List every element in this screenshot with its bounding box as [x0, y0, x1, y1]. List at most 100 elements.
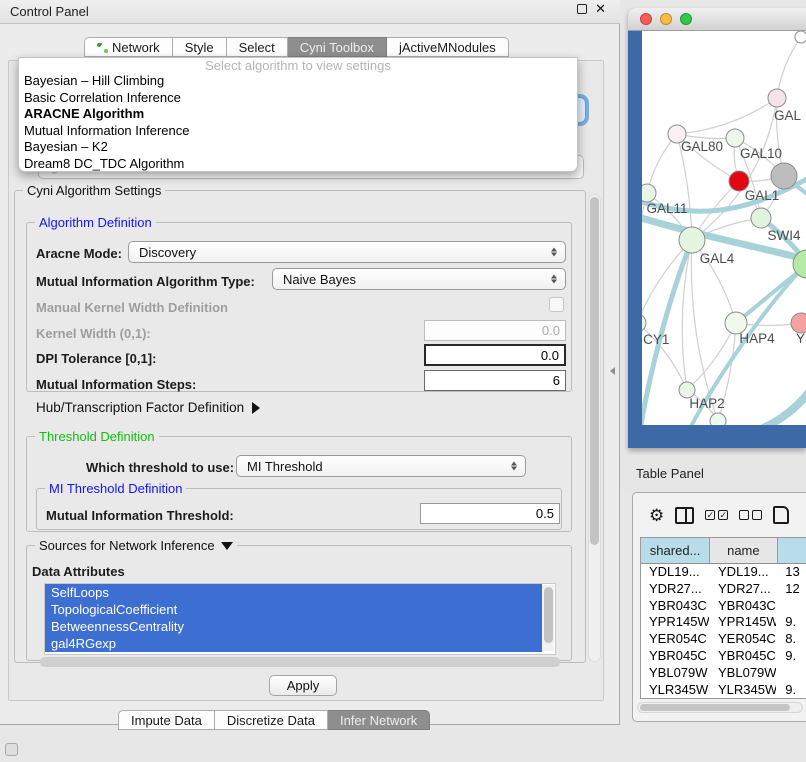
new-table-icon[interactable] [773, 506, 789, 524]
table-cell: 9 [777, 698, 806, 699]
table-row[interactable]: YBL079WYBL079W [641, 665, 806, 682]
columns-icon[interactable] [675, 507, 694, 524]
hub-definition-toggle[interactable]: Hub/Transcription Factor Definition [36, 400, 260, 415]
data-attribute-item[interactable]: SelfLoops [45, 584, 542, 601]
tab-infer-network[interactable]: Infer Network [328, 710, 430, 730]
kernel-width-field[interactable]: 0.0 [424, 320, 566, 341]
control-panel-title: Control Panel [10, 4, 89, 19]
combo-arrows-icon [551, 248, 557, 257]
algorithm-dropdown-popup: Select algorithm to view settings Bayesi… [18, 57, 578, 172]
column-header[interactable]: shared... [641, 538, 710, 563]
manual-kernel-checkbox[interactable] [549, 297, 564, 312]
mi-type-combo[interactable]: Naive Bayes [272, 268, 566, 290]
zoom-traffic-light-icon[interactable] [680, 13, 692, 25]
minimize-traffic-light-icon[interactable] [660, 13, 672, 25]
table-cell: 12 [777, 581, 806, 598]
tab-impute-data[interactable]: Impute Data [118, 710, 215, 730]
table-cell: 8. [777, 631, 806, 648]
table-row[interactable]: YDL19...YDL19...13 [641, 564, 806, 581]
tab-style[interactable]: Style [173, 37, 227, 57]
network-node-gal4[interactable] [679, 227, 705, 253]
mi-type-label: Mutual Information Algorithm Type: [36, 274, 255, 289]
combo-arrows-icon [511, 462, 517, 471]
algorithm-option[interactable]: Basic Correlation Inference [19, 90, 577, 107]
panel-divider-handle[interactable] [610, 367, 615, 375]
select-all-columns-icon[interactable]: ✓✓ [705, 510, 728, 520]
close-traffic-light-icon[interactable] [640, 13, 652, 25]
algorithm-option[interactable]: ARACNE Algorithm [19, 106, 577, 123]
data-attribute-item[interactable]: TopologicalCoefficient [45, 601, 542, 618]
table-cell: YDL19... [710, 564, 777, 581]
attribute-list-scrollbar[interactable] [542, 585, 554, 651]
data-attribute-item[interactable]: gal4RGexp [45, 635, 542, 652]
table-row[interactable]: YBR043CYBR043C [641, 598, 806, 615]
network-edge[interactable] [691, 240, 718, 421]
dpi-tolerance-field[interactable]: 0.0 [424, 344, 566, 366]
network-node-label: GAL [774, 108, 802, 123]
algorithm-option[interactable]: Bayesian – K2 [19, 139, 577, 156]
network-node-gal11[interactable] [642, 184, 656, 202]
aracne-mode-combo[interactable]: Discovery [128, 241, 566, 263]
which-threshold-combo[interactable]: MI Threshold [236, 455, 526, 477]
table-cell: YPR145W [641, 614, 710, 631]
table-cell: 13 [777, 564, 806, 581]
status-corner-icon [5, 743, 18, 756]
network-node-label: GCY1 [642, 332, 669, 347]
network-edge[interactable] [677, 98, 777, 134]
network-edge-highlighted[interactable] [744, 388, 806, 425]
table-row[interactable]: YDR27...YDR27...12 [641, 581, 806, 598]
algorithm-option[interactable]: Dream8 DC_TDC Algorithm [19, 156, 577, 173]
network-node-gal1[interactable] [751, 208, 771, 228]
tab-select[interactable]: Select [227, 37, 288, 57]
tab-network[interactable]: Network [84, 37, 173, 57]
table-panel-titlebar[interactable]: Table Panel [620, 455, 806, 491]
cyni-bottom-tabbar: Impute DataDiscretize Data Infer Network [118, 710, 430, 730]
network-node-pinktop[interactable] [768, 89, 786, 107]
tab-jactivemnodules[interactable]: jActiveMNodules [387, 37, 509, 57]
network-canvas[interactable]: GALGAL80GAL10GAL11GAL1SWI4GAL4GCY1HAP4YH… [642, 31, 806, 425]
network-node-ntop[interactable] [795, 31, 806, 43]
column-header[interactable] [778, 538, 806, 563]
sources-group-title: Sources for Network Inference [39, 538, 215, 553]
network-window-titlebar[interactable] [628, 8, 806, 31]
mi-threshold-field[interactable]: 0.5 [420, 503, 560, 524]
gear-icon[interactable]: ⚙ [649, 507, 664, 524]
table-row[interactable]: YLR345WYLR345W9. [641, 682, 806, 699]
expanded-arrow-icon [221, 542, 233, 550]
network-node-botn[interactable] [710, 413, 726, 425]
close-icon[interactable]: ✕ [595, 4, 606, 14]
tab-label: Infer Network [340, 713, 417, 728]
control-panel-titlebar[interactable]: Control Panel ✕ [0, 0, 620, 24]
cyni-algorithm-settings-title: Cyni Algorithm Settings [23, 183, 165, 198]
mi-steps-field[interactable]: 6 [424, 370, 566, 391]
network-node-gcy1[interactable] [642, 314, 646, 332]
apply-button[interactable]: Apply [269, 675, 337, 696]
settings-scrollbar[interactable] [588, 194, 601, 662]
table-cell: YIL052C [641, 698, 710, 699]
table-row[interactable]: YPR145WYPR145W9. [641, 614, 806, 631]
algorithm-option[interactable]: Bayesian – Hill Climbing [19, 73, 577, 90]
node-table[interactable]: shared...name YDL19...YDL19...13YDR27...… [640, 537, 806, 699]
tab-discretize-data[interactable]: Discretize Data [215, 710, 328, 730]
network-node-gray[interactable] [771, 163, 797, 189]
network-edge[interactable] [777, 37, 801, 98]
table-row[interactable]: YER054CYER054C8. [641, 631, 806, 648]
table-row[interactable]: YBR045CYBR045C9. [641, 648, 806, 665]
attribute-list-hscrollbar[interactable] [40, 657, 560, 667]
table-cell: 9. [777, 614, 806, 631]
table-row[interactable]: YIL052CYIL052C9 [641, 698, 806, 699]
mi-type-value: Naive Bayes [283, 272, 356, 287]
network-edge[interactable] [647, 134, 677, 193]
deselect-all-columns-icon[interactable] [739, 510, 762, 520]
float-window-icon[interactable] [577, 4, 587, 14]
data-attributes-list[interactable]: SelfLoopsTopologicalCoefficientBetweenne… [44, 583, 556, 655]
network-node-gal10[interactable] [726, 129, 744, 147]
table-hscrollbar[interactable] [637, 702, 803, 713]
tab-cyni-toolbox[interactable]: Cyni Toolbox [288, 37, 387, 57]
table-cell: YBL079W [641, 665, 710, 682]
network-node-salmon[interactable] [791, 313, 806, 333]
algorithm-option[interactable]: Mutual Information Inference [19, 123, 577, 140]
data-attribute-item[interactable]: BetweennessCentrality [45, 618, 542, 635]
column-header[interactable]: name [710, 538, 777, 563]
sources-group-title-row[interactable]: Sources for Network Inference [35, 538, 237, 553]
